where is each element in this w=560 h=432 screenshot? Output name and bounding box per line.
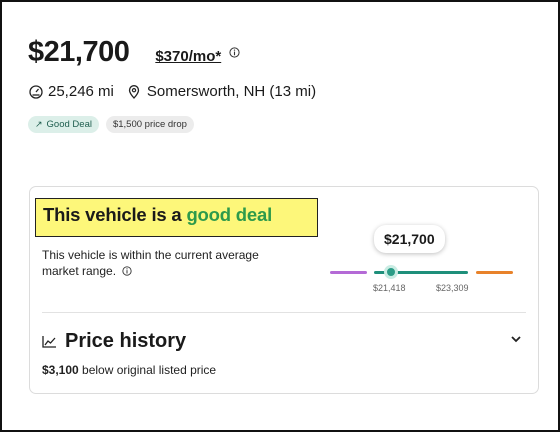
trend-arrow-icon: ↗ <box>35 119 43 129</box>
info-icon[interactable] <box>229 47 240 58</box>
deal-card: This vehicle is a good deal This vehicle… <box>29 186 539 394</box>
location-pin-icon <box>128 84 142 99</box>
listing-meta: 25,246 mi Somersworth, NH (13 mi) <box>29 83 316 100</box>
good-deal-badge: ↗ Good Deal <box>28 116 99 133</box>
chart-icon <box>42 335 57 348</box>
high-price-range-bar <box>476 271 513 274</box>
monthly-payment-link[interactable]: $370/mo* <box>155 48 221 65</box>
info-icon[interactable] <box>122 266 133 276</box>
great-deal-range-bar <box>330 271 367 274</box>
price-marker-bubble: $21,700 <box>374 225 445 253</box>
listing-price: $21,700 <box>28 36 130 68</box>
chevron-down-icon[interactable] <box>510 335 522 343</box>
price-drop-badge: $1,500 price drop <box>105 116 194 133</box>
deal-rating: good deal <box>186 204 273 225</box>
price-history-summary: $3,100 below original listed price <box>42 363 217 377</box>
range-low-label: $21,418 <box>373 283 406 293</box>
speedometer-icon <box>29 84 43 99</box>
range-high-label: $23,309 <box>436 283 469 293</box>
price-position-marker <box>384 265 398 279</box>
location-text: Somersworth, NH (13 mi) <box>146 83 317 100</box>
deal-description: This vehicle is within the current avera… <box>42 248 259 278</box>
deal-badges: ↗ Good Deal $1,500 price drop <box>28 116 194 133</box>
price-header: $21,700 $370/mo* <box>28 36 240 69</box>
price-history-header[interactable]: Price history <box>42 330 186 353</box>
deal-headline: This vehicle is a good deal <box>35 198 318 237</box>
section-divider <box>42 312 526 313</box>
mileage-text: 25,246 mi <box>48 83 114 100</box>
